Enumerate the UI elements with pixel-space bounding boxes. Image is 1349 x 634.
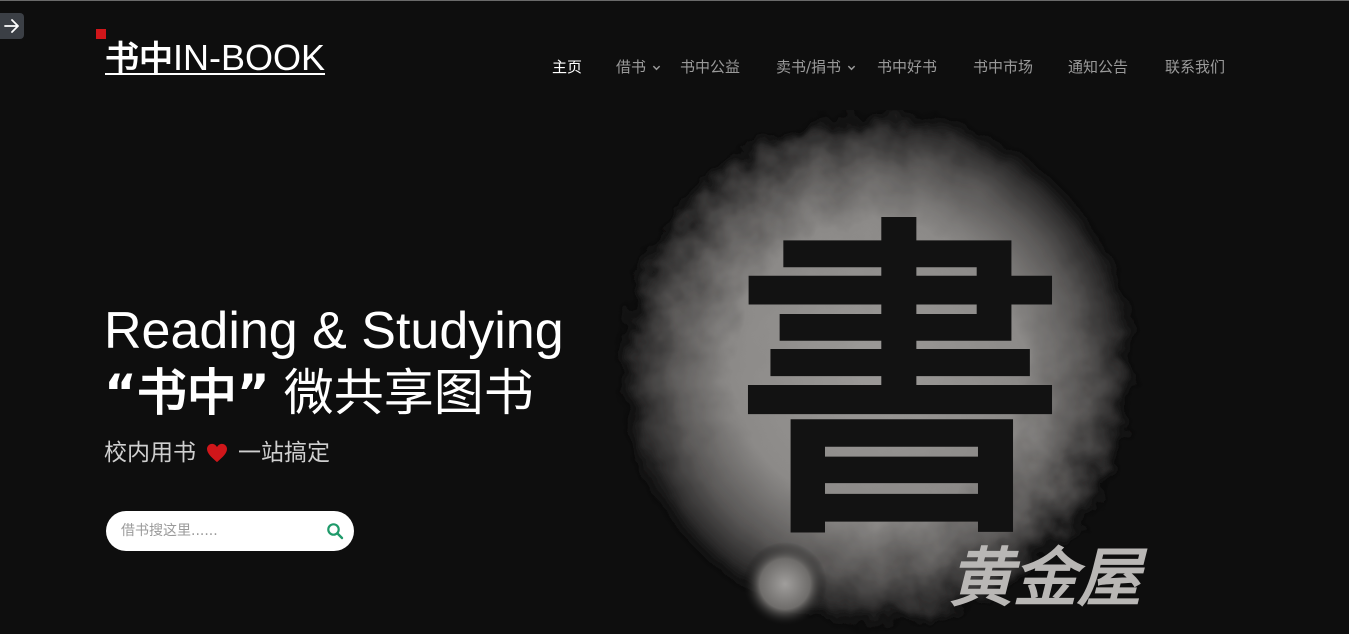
nav-item-label: 联系我们 [1165,58,1226,76]
hero-subtitle: 校内用书 一站搞定 [104,436,330,470]
nav-item-borrow[interactable]: 借书 [616,55,661,79]
nav-item-home[interactable]: 主页 [552,55,582,79]
site-logo[interactable]: 书中IN-BOOK [105,37,326,79]
nav-item-label: 主页 [552,58,583,76]
calligraphy-signature: 黄金屋 [949,541,1148,616]
arrow-right-icon [4,19,19,33]
hero-title-en: Reading & Studying [104,302,564,360]
hero-sub-left: 校内用书 [104,440,196,466]
nav-item-charity[interactable]: 书中公益 [680,55,740,79]
nav-item-label: 书中公益 [680,58,741,76]
logo-cn-text: 书中 [105,39,173,79]
hero-title-cn-light: 微共享图书 [283,364,534,422]
page: 书中IN-BOOK 主页 借书 书中公益 卖书/捐书 书中好书 书中市场 通知公… [0,0,1349,634]
nav-item-label: 书中好书 [877,58,938,76]
nav-item-market[interactable]: 书中市场 [973,55,1033,79]
sidebar-toggle-button[interactable] [0,13,24,39]
nav-item-notices[interactable]: 通知公告 [1068,55,1128,79]
nav-item-contact[interactable]: 联系我们 [1165,55,1225,79]
nav-item-label: 卖书/捐书 [776,58,842,76]
nav-item-label: 通知公告 [1068,58,1129,76]
logo-en-text: IN-BOOK [173,37,326,78]
hero-sub-right: 一站搞定 [238,440,330,466]
logo-mark [96,29,106,39]
search-box [106,511,354,551]
search-input[interactable] [119,522,313,540]
nav-item-good-books[interactable]: 书中好书 [877,55,937,79]
top-divider [0,0,1349,1]
search-icon[interactable] [326,522,344,540]
nav-item-sell-donate[interactable]: 卖书/捐书 [776,55,856,79]
nav-item-label: 书中市场 [973,58,1034,76]
calligraphy-artwork: 書 黄金屋 [616,110,1148,630]
nav-item-label: 借书 [616,58,647,76]
hero-title-cn-bold: “书中” [104,364,270,422]
heart-icon [207,443,227,463]
hero-title-cn: “书中” 微共享图书 [104,362,534,424]
calligraphy-main-char: 書 [735,190,1065,578]
chevron-down-icon [652,65,661,70]
chevron-down-icon [847,65,856,70]
